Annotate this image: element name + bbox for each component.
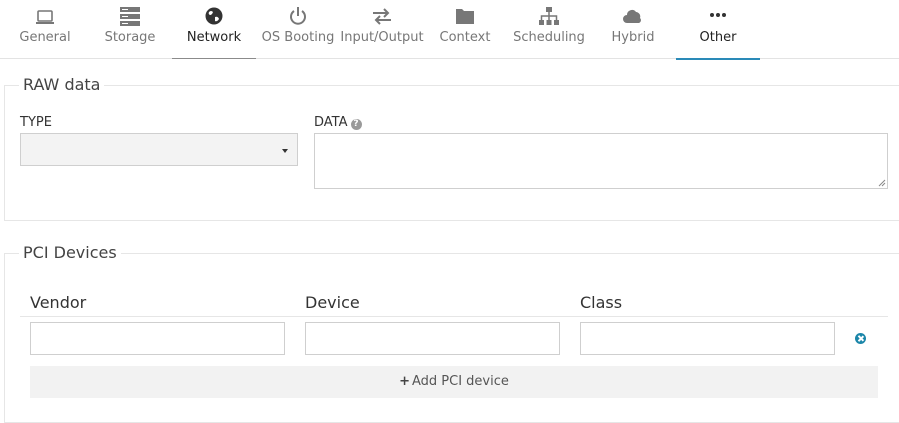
question-circle-icon[interactable]: ? <box>350 119 362 130</box>
sitemap-icon <box>538 6 560 26</box>
pci-devices-legend: PCI Devices <box>19 243 121 262</box>
add-pci-device-button[interactable]: + Add PCI device <box>30 366 878 398</box>
tab-network[interactable]: Network <box>172 0 256 59</box>
tab-storage[interactable]: Storage <box>90 0 170 59</box>
globe-icon <box>203 6 225 26</box>
tab-underline <box>172 58 256 59</box>
tab-os-booting[interactable]: OS Booting <box>260 0 336 59</box>
exchange-icon <box>371 6 393 26</box>
folder-icon <box>454 6 476 26</box>
tab-label: Input/Output <box>340 30 424 45</box>
resize-grip-icon[interactable] <box>878 179 886 187</box>
caret-down-icon <box>282 149 288 153</box>
column-header-device: Device <box>305 293 360 312</box>
laptop-icon <box>34 6 56 26</box>
tab-label: Context <box>439 30 491 45</box>
cloud-icon <box>622 6 644 26</box>
tab-label: Hybrid <box>611 30 655 45</box>
tab-label: OS Booting <box>261 30 335 45</box>
type-select[interactable] <box>20 133 298 166</box>
data-textarea[interactable] <box>314 133 888 189</box>
vendor-input[interactable] <box>30 322 285 355</box>
tab-label: Storage <box>104 30 156 45</box>
add-pci-device-label: Add PCI device <box>412 374 509 389</box>
tab-scheduling[interactable]: Scheduling <box>508 0 590 59</box>
tab-context[interactable]: Context <box>428 0 502 59</box>
type-label: TYPE <box>20 115 52 130</box>
class-input[interactable] <box>580 322 835 355</box>
tab-underline <box>676 58 760 60</box>
data-label: DATA? <box>314 115 362 130</box>
device-input[interactable] <box>305 322 560 355</box>
power-icon <box>287 6 309 26</box>
tab-bar: General Storage Network OS Booting Input… <box>0 0 899 60</box>
tab-input-output[interactable]: Input/Output <box>338 0 426 59</box>
remove-row-icon[interactable] <box>855 333 866 344</box>
column-header-vendor: Vendor <box>30 293 87 312</box>
plus-icon: + <box>399 374 410 389</box>
tab-label: Other <box>699 30 737 45</box>
column-header-class: Class <box>580 293 623 312</box>
ellipsis-icon <box>707 6 729 26</box>
tab-label: Scheduling <box>513 30 585 45</box>
server-icon <box>119 6 141 26</box>
raw-data-legend: RAW data <box>19 75 105 94</box>
tab-label: General <box>19 30 71 45</box>
data-label-text: DATA <box>314 115 348 130</box>
tab-hybrid[interactable]: Hybrid <box>594 0 672 59</box>
tab-label: Network <box>186 30 242 45</box>
table-divider <box>20 316 888 317</box>
tab-general[interactable]: General <box>0 0 90 59</box>
tab-other[interactable]: Other <box>676 0 760 60</box>
